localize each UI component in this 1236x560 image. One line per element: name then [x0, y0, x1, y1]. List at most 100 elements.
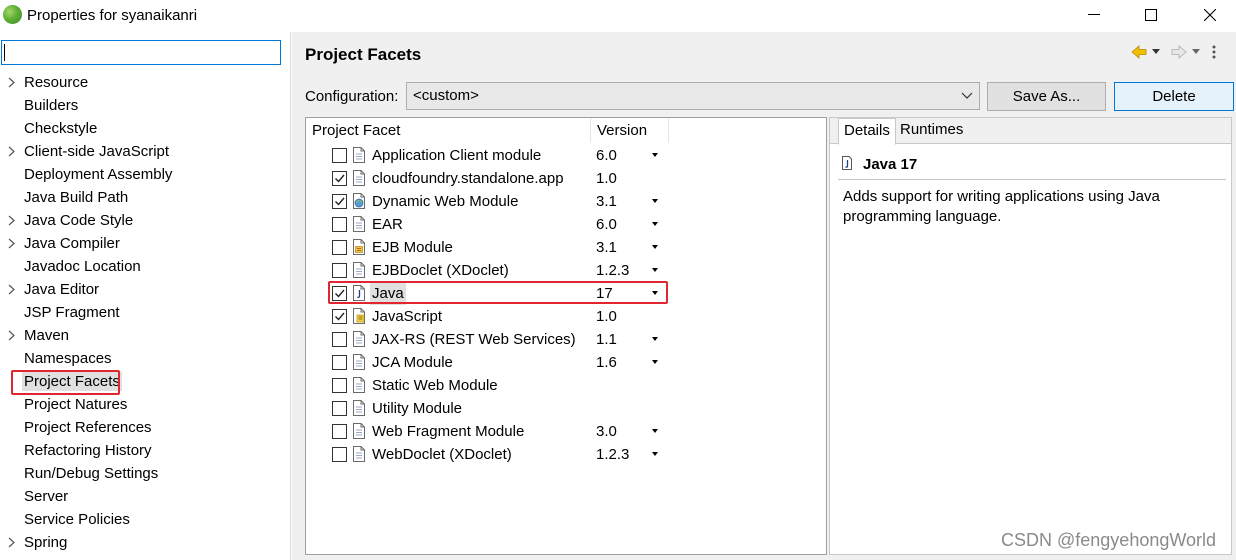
filter-input[interactable] — [1, 40, 281, 65]
facet-checkbox[interactable] — [332, 240, 347, 255]
sidebar-item-spring[interactable]: Spring — [0, 531, 290, 554]
sidebar-item-javadoc-location[interactable]: Javadoc Location — [0, 255, 290, 278]
facet-row[interactable]: Utility Module — [306, 397, 826, 420]
delete-button[interactable]: Delete — [1114, 82, 1234, 111]
facet-version[interactable]: 3.1 — [596, 190, 617, 213]
sidebar-item-java-editor[interactable]: Java Editor — [0, 278, 290, 301]
facet-version[interactable]: 6.0 — [596, 144, 617, 167]
facet-version[interactable]: 1.1 — [596, 328, 617, 351]
facet-row[interactable]: EAR 6.0 — [306, 213, 826, 236]
facet-row[interactable]: EJB Module 3.1 — [306, 236, 826, 259]
facet-checkbox[interactable] — [332, 217, 347, 232]
column-header-facet[interactable]: Project Facet — [306, 118, 591, 143]
facet-row[interactable]: JavaScript 1.0 — [306, 305, 826, 328]
window-title: Properties for syanaikanri — [27, 7, 198, 24]
facet-row[interactable]: EJBDoclet (XDoclet) 1.2.3 — [306, 259, 826, 282]
facet-version[interactable]: 1.2.3 — [596, 443, 629, 466]
chevron-right-icon[interactable] — [8, 71, 18, 94]
sidebar-item-resource[interactable]: Resource — [0, 71, 290, 94]
sidebar-item-java-build-path[interactable]: Java Build Path — [0, 186, 290, 209]
minimize-button[interactable] — [1070, 0, 1118, 30]
chevron-right-icon[interactable] — [8, 324, 18, 347]
version-dropdown-icon[interactable] — [652, 291, 658, 295]
facet-checkbox[interactable] — [332, 447, 347, 462]
facet-name: Static Web Module — [372, 377, 498, 394]
chevron-right-icon[interactable] — [8, 531, 18, 554]
close-button[interactable] — [1186, 0, 1234, 30]
facet-checkbox[interactable] — [332, 148, 347, 163]
version-dropdown-icon[interactable] — [652, 337, 658, 341]
facet-version[interactable]: 17 — [596, 282, 613, 305]
chevron-right-icon[interactable] — [8, 278, 18, 301]
sidebar-item-client-side-javascript[interactable]: Client-side JavaScript — [0, 140, 290, 163]
facet-row[interactable]: Java 17 — [306, 282, 826, 305]
forward-dropdown-icon[interactable] — [1192, 49, 1200, 54]
version-dropdown-icon[interactable] — [652, 429, 658, 433]
facet-version[interactable]: 3.0 — [596, 420, 617, 443]
facet-row[interactable]: Dynamic Web Module 3.1 — [306, 190, 826, 213]
facet-name: Web Fragment Module — [372, 423, 525, 440]
sidebar-item-namespaces[interactable]: Namespaces — [0, 347, 290, 370]
version-dropdown-icon[interactable] — [652, 199, 658, 203]
facet-checkbox[interactable] — [332, 194, 347, 209]
sidebar-item-service-policies[interactable]: Service Policies — [0, 508, 290, 531]
sidebar-item-label: Project References — [24, 419, 152, 436]
save-as-button[interactable]: Save As... — [987, 82, 1106, 111]
tab-details[interactable]: Details — [838, 118, 896, 145]
tab-runtimes[interactable]: Runtimes — [895, 118, 968, 144]
sidebar-item-jsp-fragment[interactable]: JSP Fragment — [0, 301, 290, 324]
sidebar-item-project-references[interactable]: Project References — [0, 416, 290, 439]
facet-checkbox[interactable] — [332, 401, 347, 416]
view-menu-icon[interactable] — [1212, 45, 1216, 59]
back-arrow-icon[interactable] — [1131, 45, 1147, 59]
column-header-version[interactable]: Version — [591, 118, 669, 143]
sidebar-item-java-compiler[interactable]: Java Compiler — [0, 232, 290, 255]
chevron-right-icon[interactable] — [8, 140, 18, 163]
version-dropdown-icon[interactable] — [652, 222, 658, 226]
details-title: Java 17 — [863, 156, 918, 173]
version-dropdown-icon[interactable] — [652, 360, 658, 364]
facet-version[interactable]: 6.0 — [596, 213, 617, 236]
facet-checkbox[interactable] — [332, 286, 347, 301]
facet-name: WebDoclet (XDoclet) — [372, 446, 512, 463]
sidebar-item-project-natures[interactable]: Project Natures — [0, 393, 290, 416]
facet-checkbox[interactable] — [332, 171, 347, 186]
facet-version[interactable]: 1.6 — [596, 351, 617, 374]
sidebar-item-run-debug-settings[interactable]: Run/Debug Settings — [0, 462, 290, 485]
facet-checkbox[interactable] — [332, 424, 347, 439]
chevron-right-icon[interactable] — [8, 209, 18, 232]
facet-row[interactable]: WebDoclet (XDoclet) 1.2.3 — [306, 443, 826, 466]
facet-row[interactable]: Application Client module 6.0 — [306, 144, 826, 167]
sidebar-item-server[interactable]: Server — [0, 485, 290, 508]
facet-row[interactable]: Static Web Module — [306, 374, 826, 397]
facet-version[interactable]: 1.0 — [596, 167, 617, 190]
version-dropdown-icon[interactable] — [652, 245, 658, 249]
sidebar-item-checkstyle[interactable]: Checkstyle — [0, 117, 290, 140]
facet-checkbox[interactable] — [332, 263, 347, 278]
sidebar-item-deployment-assembly[interactable]: Deployment Assembly — [0, 163, 290, 186]
facet-checkbox[interactable] — [332, 332, 347, 347]
sidebar-item-refactoring-history[interactable]: Refactoring History — [0, 439, 290, 462]
facet-row[interactable]: Web Fragment Module 3.0 — [306, 420, 826, 443]
facet-row[interactable]: JAX-RS (REST Web Services) 1.1 — [306, 328, 826, 351]
facet-checkbox[interactable] — [332, 309, 347, 324]
sidebar-item-maven[interactable]: Maven — [0, 324, 290, 347]
back-dropdown-icon[interactable] — [1152, 49, 1160, 54]
facet-row[interactable]: cloudfoundry.standalone.app 1.0 — [306, 167, 826, 190]
sidebar-item-builders[interactable]: Builders — [0, 94, 290, 117]
facet-version[interactable]: 3.1 — [596, 236, 617, 259]
facet-version[interactable]: 1.2.3 — [596, 259, 629, 282]
chevron-right-icon[interactable] — [8, 232, 18, 255]
facet-checkbox[interactable] — [332, 355, 347, 370]
forward-arrow-icon[interactable] — [1171, 45, 1187, 59]
facet-row[interactable]: JCA Module 1.6 — [306, 351, 826, 374]
facet-version[interactable]: 1.0 — [596, 305, 617, 328]
maximize-button[interactable] — [1127, 0, 1175, 30]
version-dropdown-icon[interactable] — [652, 268, 658, 272]
sidebar-item-java-code-style[interactable]: Java Code Style — [0, 209, 290, 232]
version-dropdown-icon[interactable] — [652, 452, 658, 456]
configuration-select[interactable]: <custom> — [406, 82, 980, 110]
version-dropdown-icon[interactable] — [652, 153, 658, 157]
sidebar-item-project-facets[interactable]: Project Facets — [0, 370, 290, 393]
facet-checkbox[interactable] — [332, 378, 347, 393]
